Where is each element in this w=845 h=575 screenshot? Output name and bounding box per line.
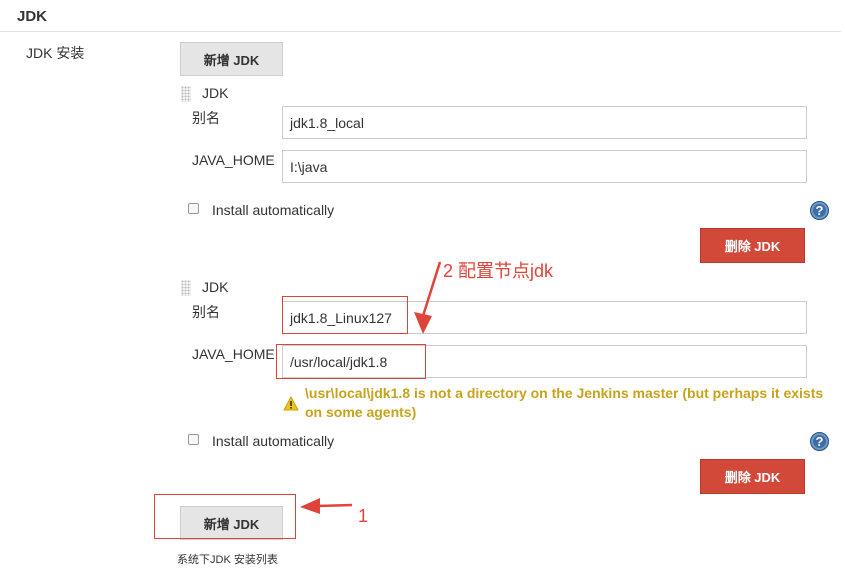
java-home-label: JAVA_HOME bbox=[192, 346, 275, 362]
java-home-label: JAVA_HOME bbox=[192, 152, 275, 168]
add-jdk-button-top[interactable]: 新增 JDK bbox=[180, 42, 283, 76]
java-home-input[interactable]: I:\java bbox=[282, 150, 807, 183]
annotation-box-java-home bbox=[276, 344, 426, 379]
alias-label: 别名 bbox=[192, 304, 220, 320]
warning-icon bbox=[283, 396, 299, 411]
annotation-box-alias bbox=[282, 296, 408, 334]
section-divider bbox=[0, 31, 841, 32]
annotation-note-2: 2 配置节点jdk bbox=[443, 261, 554, 281]
help-icon[interactable]: ? bbox=[810, 432, 829, 451]
install-automatically-checkbox[interactable] bbox=[188, 203, 199, 214]
jdk-install-footnote: 系统下JDK 安装列表 bbox=[177, 554, 278, 566]
jdk-install-label: JDK 安装 bbox=[26, 45, 85, 61]
drag-handle-icon[interactable] bbox=[181, 280, 191, 296]
install-automatically-label: Install automatically bbox=[212, 202, 335, 218]
jdk-entry-title: JDK bbox=[202, 85, 229, 101]
alias-input[interactable]: jdk1.8_local bbox=[282, 106, 807, 139]
install-automatically-label: Install automatically bbox=[212, 433, 335, 449]
annotation-note-1: 1 bbox=[358, 506, 369, 526]
install-automatically-checkbox[interactable] bbox=[188, 434, 199, 445]
section-title: JDK bbox=[17, 8, 48, 25]
alias-label: 别名 bbox=[192, 110, 220, 126]
java-home-warning: \usr\local\jdk1.8 is not a directory on … bbox=[305, 385, 824, 420]
help-icon[interactable]: ? bbox=[810, 201, 829, 220]
delete-jdk-button[interactable]: 删除 JDK bbox=[700, 459, 805, 494]
drag-handle-icon[interactable] bbox=[181, 86, 191, 102]
jdk-entry-title: JDK bbox=[202, 279, 229, 295]
annotation-box-add-button bbox=[154, 494, 296, 539]
delete-jdk-button[interactable]: 删除 JDK bbox=[700, 228, 805, 263]
